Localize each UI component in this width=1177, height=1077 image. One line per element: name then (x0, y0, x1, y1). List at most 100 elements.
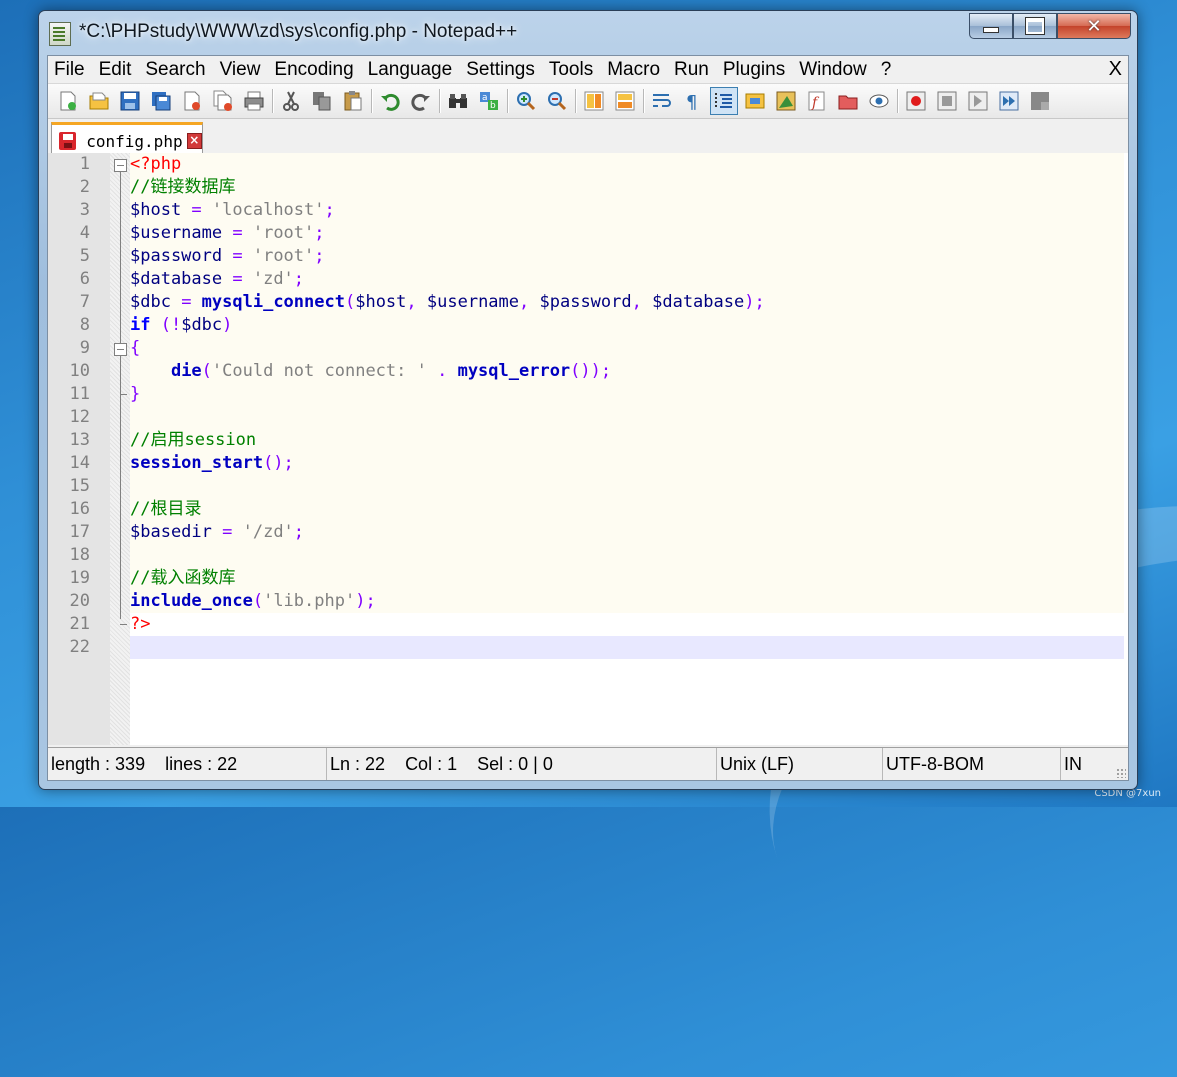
tab-bar: config.php × (48, 119, 1128, 157)
line-number: 17 (69, 522, 90, 542)
save-macro-button[interactable] (1026, 87, 1054, 115)
stop-macro-button[interactable] (933, 87, 961, 115)
close-icon (184, 91, 200, 111)
code-token: . (426, 361, 458, 381)
code-token: } (130, 384, 141, 404)
menu-settings[interactable]: Settings (459, 56, 542, 83)
replace-button[interactable]: ab (475, 87, 503, 115)
notepadpp-app-icon[interactable] (49, 22, 71, 46)
code-line: $password = 'root'; (130, 245, 1124, 268)
menu-encoding[interactable]: Encoding (267, 56, 360, 83)
language-button[interactable] (741, 87, 769, 115)
title-bar[interactable]: *C:\PHPstudy\WWW\zd\sys\config.php - Not… (39, 11, 1137, 55)
editor-area[interactable]: 1 2 3 4 5 6 7 8 9 10 11 12 13 14 15 16 17 18 19 20 21 22 <?ph… (48, 153, 1128, 745)
maximize-button[interactable] (1013, 13, 1057, 39)
run-macro-multiple-button[interactable] (995, 87, 1023, 115)
code-token: = (222, 223, 253, 243)
toolbar-separator (897, 89, 898, 113)
copy-icon (313, 92, 331, 111)
save-all-icon (152, 92, 171, 111)
menu-language[interactable]: Language (361, 56, 460, 83)
code-line: //载入函数库 (130, 567, 1124, 590)
copy-button[interactable] (308, 87, 336, 115)
sync-vertical-button[interactable] (580, 87, 608, 115)
menu-run[interactable]: Run (667, 56, 716, 83)
code-token: mysql_error (457, 361, 571, 381)
zoom-out-icon (548, 92, 567, 111)
play-macro-icon (968, 91, 988, 111)
new-file-button[interactable] (54, 87, 82, 115)
tab-close-icon[interactable]: × (186, 133, 202, 149)
status-eol[interactable]: Unix (LF) (716, 748, 880, 780)
redo-button[interactable] (407, 87, 435, 115)
line-number: 6 (79, 269, 90, 289)
code-token: $database (130, 269, 223, 289)
menu-plugins[interactable]: Plugins (716, 56, 792, 83)
sync-horizontal-icon (615, 91, 635, 111)
status-bar: length : 339 lines : 22 Ln : 22 Col : 1 … (48, 747, 1128, 780)
resize-grip[interactable] (1116, 768, 1126, 778)
menu-tools[interactable]: Tools (542, 56, 600, 83)
menu-help[interactable]: ? (874, 56, 899, 83)
paste-button[interactable] (339, 87, 367, 115)
minimize-button[interactable] (969, 13, 1013, 39)
code-token: //启用session (130, 430, 257, 450)
code-token: die (170, 361, 202, 381)
zoom-out-button[interactable] (543, 87, 571, 115)
fold-toggle-if-block[interactable] (114, 343, 127, 356)
line-number: 18 (69, 545, 90, 565)
cut-button[interactable] (277, 87, 305, 115)
save-button[interactable] (116, 87, 144, 115)
status-sel: Sel : 0 | 0 (477, 754, 553, 774)
menu-view[interactable]: View (213, 56, 268, 83)
tab-config-php[interactable]: config.php × (51, 122, 203, 157)
line-number: 16 (69, 499, 90, 519)
show-all-characters-button[interactable]: ¶ (679, 87, 707, 115)
close-window-button[interactable]: ✕ (1057, 13, 1131, 39)
word-wrap-button[interactable] (648, 87, 676, 115)
save-macro-icon (1031, 92, 1049, 110)
word-wrap-icon (653, 94, 671, 107)
close-all-button[interactable] (209, 87, 237, 115)
code-text-area[interactable]: <?php//链接数据库 $host = 'localhost'; $usernam… (130, 153, 1124, 745)
record-macro-button[interactable] (902, 87, 930, 115)
sync-vertical-icon (584, 91, 604, 111)
save-all-button[interactable] (147, 87, 175, 115)
menu-macro[interactable]: Macro (600, 56, 667, 83)
svg-text:¶: ¶ (686, 92, 697, 112)
menu-edit[interactable]: Edit (92, 56, 139, 83)
zoom-in-button[interactable] (512, 87, 540, 115)
toolbar-separator (371, 89, 372, 113)
line-number: 14 (69, 453, 90, 473)
toolbar-separator (439, 89, 440, 113)
status-position: Ln : 22 Col : 1 Sel : 0 | 0 (326, 748, 718, 780)
monitoring-button[interactable] (865, 87, 893, 115)
status-insert-mode: IN (1060, 748, 1124, 780)
code-token: ) (222, 315, 233, 335)
play-macro-button[interactable] (964, 87, 992, 115)
status-encoding[interactable]: UTF-8-BOM (882, 748, 1062, 780)
find-button[interactable] (444, 87, 472, 115)
function-list-button[interactable]: f (803, 87, 831, 115)
code-line: $database = 'zd'; (130, 268, 1124, 291)
window-controls: ✕ (969, 13, 1131, 39)
close-button[interactable] (178, 87, 206, 115)
print-button[interactable] (240, 87, 268, 115)
undo-button[interactable] (376, 87, 404, 115)
menu-file[interactable]: File (48, 56, 92, 83)
menu-search[interactable]: Search (138, 56, 212, 83)
open-file-button[interactable] (85, 87, 113, 115)
document-map-button[interactable] (772, 87, 800, 115)
open-file-icon (89, 92, 109, 110)
folder-as-workspace-button[interactable] (834, 87, 862, 115)
sync-horizontal-button[interactable] (611, 87, 639, 115)
code-line: $host = 'localhost'; (130, 199, 1124, 222)
indent-guide-button[interactable] (710, 87, 738, 115)
toolbar-separator (575, 89, 576, 113)
code-token: <?php (130, 154, 182, 174)
close-document-button[interactable]: X (1109, 56, 1122, 83)
code-token: (); (263, 453, 294, 473)
code-line: $dbc = mysqli_connect($host, $username, … (130, 291, 1124, 314)
line-number: 4 (79, 223, 90, 243)
menu-window[interactable]: Window (792, 56, 874, 83)
